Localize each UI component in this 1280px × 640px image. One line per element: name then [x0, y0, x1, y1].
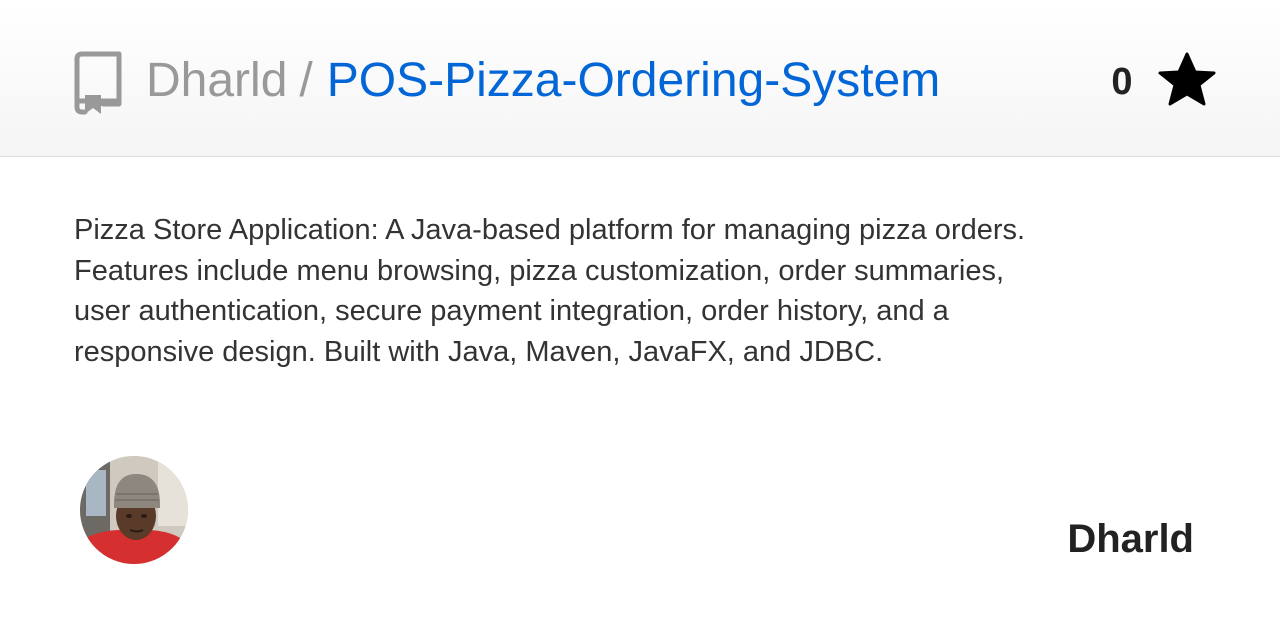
- repo-name-link[interactable]: POS-Pizza-Ordering-System: [327, 54, 940, 107]
- repo-header: Dharld / POS-Pizza-Ordering-System 0: [0, 0, 1280, 157]
- star-icon[interactable]: [1158, 52, 1216, 110]
- repo-description: Pizza Store Application: A Java-based pl…: [74, 214, 1026, 369]
- user-avatar[interactable]: [80, 456, 188, 564]
- repo-owner-link[interactable]: Dharld: [146, 54, 287, 107]
- repo-title: Dharld / POS-Pizza-Ordering-System: [146, 50, 940, 112]
- path-separator: /: [299, 54, 313, 107]
- repo-card: Dharld / POS-Pizza-Ordering-System 0 Pizza…: [0, 0, 1280, 640]
- star-count: 0: [1111, 61, 1133, 103]
- author-name[interactable]: Dharld: [1020, 514, 1194, 564]
- repo-book-icon: [72, 51, 124, 115]
